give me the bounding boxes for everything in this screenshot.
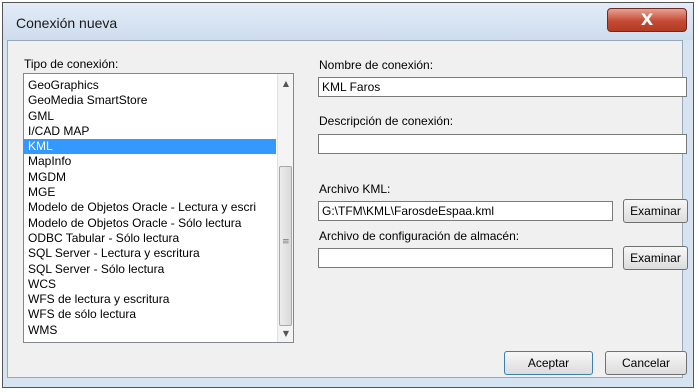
list-item[interactable]: GeoMedia SmartStore (24, 93, 276, 108)
list-item[interactable]: KML (24, 139, 276, 155)
list-item[interactable]: Modelo de Objetos Oracle - Sólo lectura (24, 216, 276, 231)
grip-icon: ≡ (282, 237, 290, 247)
list-item[interactable]: WFS de sólo lectura (24, 307, 276, 322)
connection-type-items: GeoGraphics GeoMedia SmartStore GML I/CAD M… (24, 78, 276, 338)
list-item[interactable]: SQL Server - Sólo lectura (24, 262, 276, 277)
close-icon: X (640, 10, 654, 29)
list-item[interactable]: SQL Server - Lectura y escritura (24, 246, 276, 261)
scroll-down-icon[interactable]: ▼ (278, 326, 293, 342)
list-item[interactable]: WFS de lectura y escritura (24, 292, 276, 307)
kml-file-input[interactable]: G:\TFM\KML\FarosdeEspaa.kml (318, 201, 613, 221)
scrollbar-thumb[interactable]: ≡ (279, 166, 292, 326)
list-item[interactable]: MapInfo (24, 154, 276, 169)
title-bar[interactable]: Conexión nueva X (3, 3, 693, 40)
kml-file-label: Archivo KML: (319, 182, 391, 196)
window-title: Conexión nueva (16, 15, 118, 31)
connection-name-label: Nombre de conexión: (319, 58, 434, 72)
list-item[interactable]: GML (24, 109, 276, 124)
storage-browse-button[interactable]: Examinar (623, 246, 688, 270)
list-item[interactable]: I/CAD MAP (24, 124, 276, 139)
connection-type-list[interactable]: GeoGraphics GeoMedia SmartStore GML I/CAD M… (23, 73, 294, 343)
list-item[interactable]: Modelo de Objetos Oracle - Lectura y esc… (24, 200, 276, 215)
list-item[interactable]: WCS (24, 277, 276, 292)
list-item[interactable]: ODBC Tabular - Sólo lectura (24, 231, 276, 246)
storage-config-input[interactable] (318, 248, 613, 268)
list-item[interactable]: MGDM (24, 170, 276, 185)
close-button[interactable]: X (607, 8, 687, 32)
list-item[interactable]: MGE (24, 185, 276, 200)
connection-description-label: Descripción de conexión: (319, 114, 454, 128)
connection-type-label: Tipo de conexión: (24, 57, 119, 71)
list-item[interactable]: GeoGraphics (24, 78, 276, 93)
list-item[interactable]: WMS (24, 323, 276, 338)
kml-browse-button[interactable]: Examinar (623, 199, 688, 223)
connection-name-input[interactable]: KML Faros (318, 77, 687, 97)
connection-description-input[interactable] (318, 134, 687, 154)
accept-button[interactable]: Aceptar (504, 351, 593, 375)
storage-config-label: Archivo de configuración de almacén: (319, 229, 520, 243)
list-scrollbar[interactable]: ▲ ≡ ▼ (277, 74, 293, 342)
cancel-button[interactable]: Cancelar (605, 351, 687, 375)
scroll-up-icon[interactable]: ▲ (278, 76, 293, 92)
